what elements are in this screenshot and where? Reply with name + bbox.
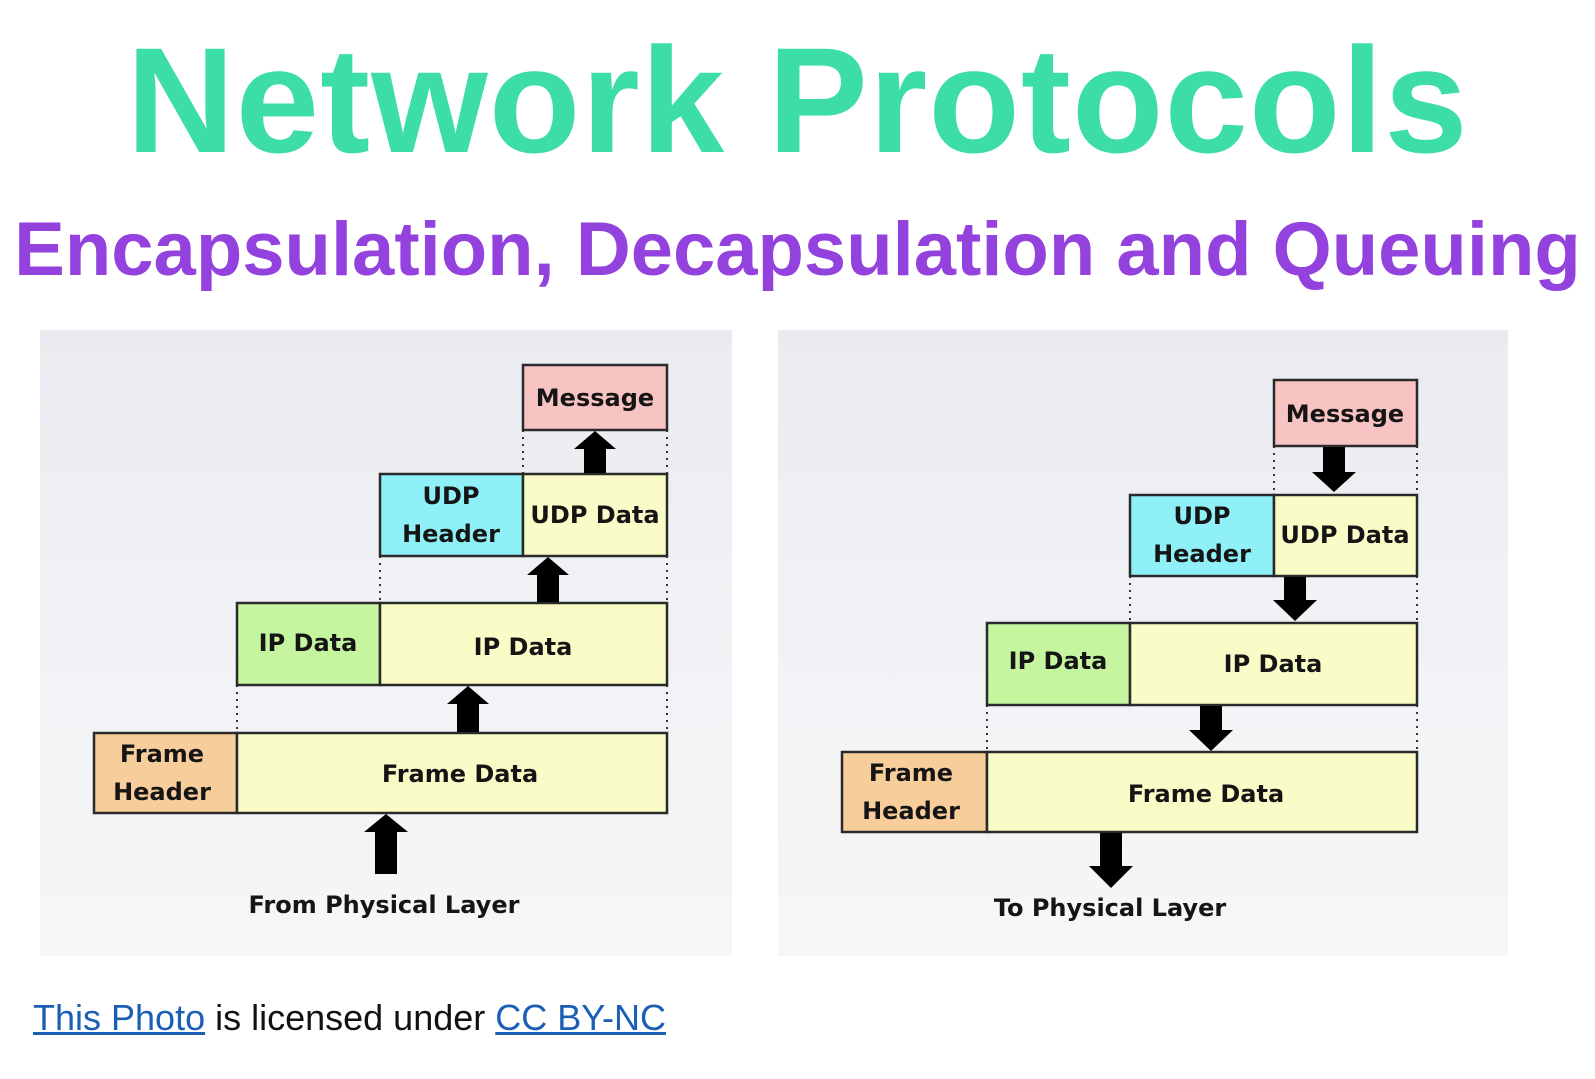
frame-header-label-line1: Frame [120,740,204,768]
ip-header-label: IP Data [259,629,358,657]
right-caption: To Physical Layer [994,894,1227,922]
udp-header-label-line1: UDP [1174,502,1231,530]
arrow-up-icon [527,557,569,602]
right-diagram: Message UDP Header UDP Data IP Data IP D… [840,378,1419,922]
arrow-down-icon [1312,447,1356,492]
arrow-down-icon [1189,706,1233,751]
frame-data-label: Frame Data [1128,780,1284,808]
udp-header-label-line2: Header [1153,540,1251,568]
frame-header-label-line1: Frame [869,759,953,787]
photo-link[interactable]: This Photo [33,997,205,1038]
right-diagram-panel: Message UDP Header UDP Data IP Data IP D… [778,330,1508,956]
license-footer: This Photo is licensed under CC BY-NC [33,996,666,1040]
left-diagram-panel: Message UDP Header UDP Data IP Data IP D… [40,330,732,956]
license-link[interactable]: CC BY-NC [495,997,666,1038]
udp-data-label: UDP Data [1280,521,1409,549]
left-caption: From Physical Layer [249,891,520,919]
frame-data-label: Frame Data [382,760,538,788]
ip-data-label: IP Data [474,633,573,661]
arrow-down-icon [1089,833,1133,888]
left-diagram: Message UDP Header UDP Data IP Data IP D… [92,363,669,919]
udp-header-label-line1: UDP [423,482,480,510]
page-subtitle: Encapsulation, Decapsulation and Queuing [14,207,1581,292]
arrow-up-icon [447,686,489,732]
ip-header-label: IP Data [1009,647,1108,675]
license-text: is licensed under [205,997,496,1038]
udp-data-label: UDP Data [530,501,659,529]
arrow-down-icon [1273,577,1317,621]
page-title: Network Protocols [126,16,1469,184]
udp-header-label-line2: Header [402,520,500,548]
message-label: Message [536,384,654,412]
frame-header-label-line2: Header [862,797,960,825]
message-label: Message [1286,400,1404,428]
ip-data-label: IP Data [1224,650,1323,678]
arrow-up-icon [364,814,408,874]
arrow-up-icon [574,431,616,473]
frame-header-label-line2: Header [113,778,211,806]
